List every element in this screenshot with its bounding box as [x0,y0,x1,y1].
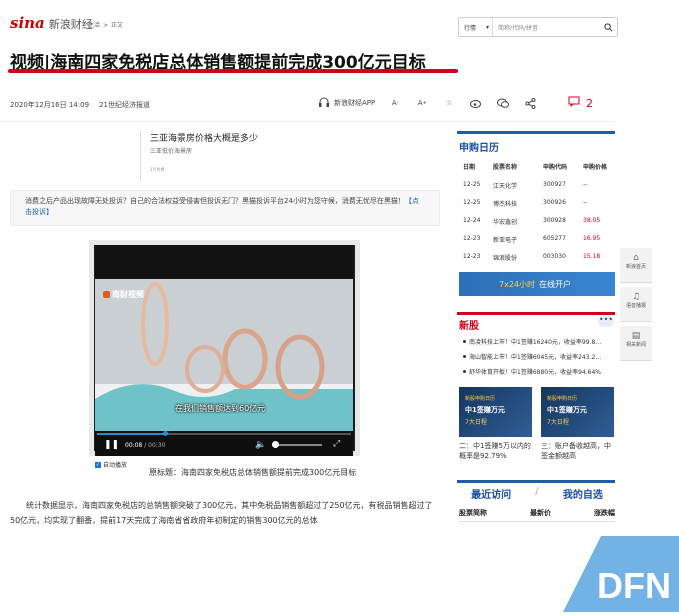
ad-tag: 2月免费 [150,167,165,172]
list-item[interactable]: 舒华体育开板！中1签赚6880元，收益率94.64% [463,367,613,376]
news-thumbnail[interactable]: 新股申购日历 中1签赚万元 7大日程 [541,387,614,437]
volume-handle[interactable] [272,441,279,448]
headphones-icon: ♫ [631,292,641,302]
section-bar [457,480,615,483]
pause-icon[interactable]: ❚❚ [104,440,119,450]
comment-icon [568,96,580,110]
divider [140,131,141,181]
more-icon[interactable]: ••• [598,316,614,327]
ad-title[interactable]: 三亚海景房价格大概是多少 [150,131,258,144]
list-item[interactable]: 海山智能上市！中1签赚6045元，收益率243.2… [463,352,613,361]
complaint-notice: 消费之后产品出现故障无处投诉？自己的合法权益受侵害但投诉无门？黑猫投诉平台24小… [10,190,440,226]
ipo-calendar-title[interactable]: 申购日历 [459,139,499,154]
original-title: 原标题：海南四家免税店总体销售额提前完成300亿元目标 [149,468,357,477]
section-bar [457,312,615,315]
title-underline [8,69,458,73]
fullscreen-icon[interactable]: ⤢ [333,439,340,449]
news-thumbnail[interactable]: 新股申购日历 中1签赚万元 7大日程 [459,387,532,437]
new-stocks-title[interactable]: 新股 [459,317,479,332]
autoplay-toggle[interactable]: ✓ 自动播放 [95,460,127,469]
app-link[interactable]: 新浪财经APP [334,98,375,108]
article-toolbar: 新浪财经APP A- A + ☆ [318,96,537,110]
comment-count[interactable]: 2 [568,96,593,110]
volume-slider[interactable] [272,444,322,446]
chevron-down-icon: ▾ [485,23,489,31]
stock-search: 行情 ▾ 简称/代码/拼音 [458,17,618,37]
font-decrease-icon[interactable]: A- [388,96,402,110]
brand-logo-icon [103,291,110,298]
search-input[interactable]: 简称/代码/拼音 [493,23,599,32]
search-type-select[interactable]: 行情 ▾ [459,18,493,36]
font-increase-icon[interactable]: A + [415,96,429,110]
wechat-icon[interactable] [496,96,510,110]
video-time: 00:08 / 00:30 [125,442,166,449]
divider [0,121,615,122]
home-icon: ⌂ [633,253,639,263]
watchlist-tabs: 最近访问 / 我的自选 [471,486,603,501]
video-top-area [95,245,353,279]
ad-subtitle[interactable]: 三亚低价海景房 [150,146,192,155]
news-icon: ▤ [631,331,641,341]
sina-logo[interactable]: sina 新浪财经 [10,14,93,32]
article-meta: 2020年12月16日 14:09 21世纪经济报道 [10,100,150,110]
article-date: 2020年12月16日 14:09 [10,101,90,109]
video-subtitle: 在我们销售额达到60亿元 [175,404,266,413]
thumbnail-caption[interactable]: 三：账户备收越高，中签金额越高 [541,441,617,461]
side-home-button[interactable]: ⌂ 新浪首页 [620,248,652,283]
table-row[interactable]: 12-25 江天化学 300927 -- [463,181,613,190]
video-progress-fill [97,433,165,435]
dfn-watermark: DFN [563,532,679,612]
ipo-table-header: 日期 股票名称 申购代码 申购价格 [463,164,608,171]
side-audio-button[interactable]: ♫ 语音播报 [620,287,652,322]
search-icon[interactable] [599,18,617,36]
tab-recent[interactable]: 最近访问 [471,486,511,501]
breadcrumb-item[interactable]: 生活 [88,22,100,29]
headphones-icon[interactable] [318,96,330,110]
section-bar [457,131,615,134]
table-row[interactable]: 12-24 华宏鑫创 300928 38.05 [463,217,613,226]
list-item[interactable]: 南凌科技上市！中1签赚16240元，收益率99.8… [463,337,613,346]
video-brand: 南财视频 [103,289,144,300]
table-row[interactable]: 12-23 锦浪股份 003030 15.18 [463,253,613,262]
volume-icon[interactable]: 🔈 [255,440,266,450]
video-progress-handle[interactable] [163,431,168,436]
share-icon[interactable] [523,96,537,110]
svg-text:DFN: DFN [597,565,671,606]
article-source[interactable]: 21世纪经济报道 [99,101,150,109]
watchlist-header: 股票简称 最新价 涨跌幅 [459,508,615,522]
table-row[interactable]: 12-23 新亚电子 605277 16.95 [463,235,613,244]
star-icon[interactable]: ☆ [442,96,456,110]
article-paragraph: 统计数据显示，海南四家免税店的总销售额突破了300亿元，其中免税品销售额超过了2… [10,501,433,525]
tab-watchlist[interactable]: 我的自选 [563,486,603,501]
thumbnail-caption[interactable]: 二：中1签赚5万以内的概率是92.79% [459,441,535,461]
weibo-icon[interactable] [469,96,483,110]
table-row[interactable]: 12-25 博杰科技 300926 -- [463,199,613,208]
open-account-banner[interactable]: 7x24小时 在线开户 [459,272,615,296]
breadcrumb-item: 正文 [111,22,124,29]
side-related-button[interactable]: ▤ 相关新闻 [620,326,652,361]
breadcrumb: 生活 > 正文 [88,22,124,29]
checkbox-checked-icon[interactable]: ✓ [95,461,101,468]
